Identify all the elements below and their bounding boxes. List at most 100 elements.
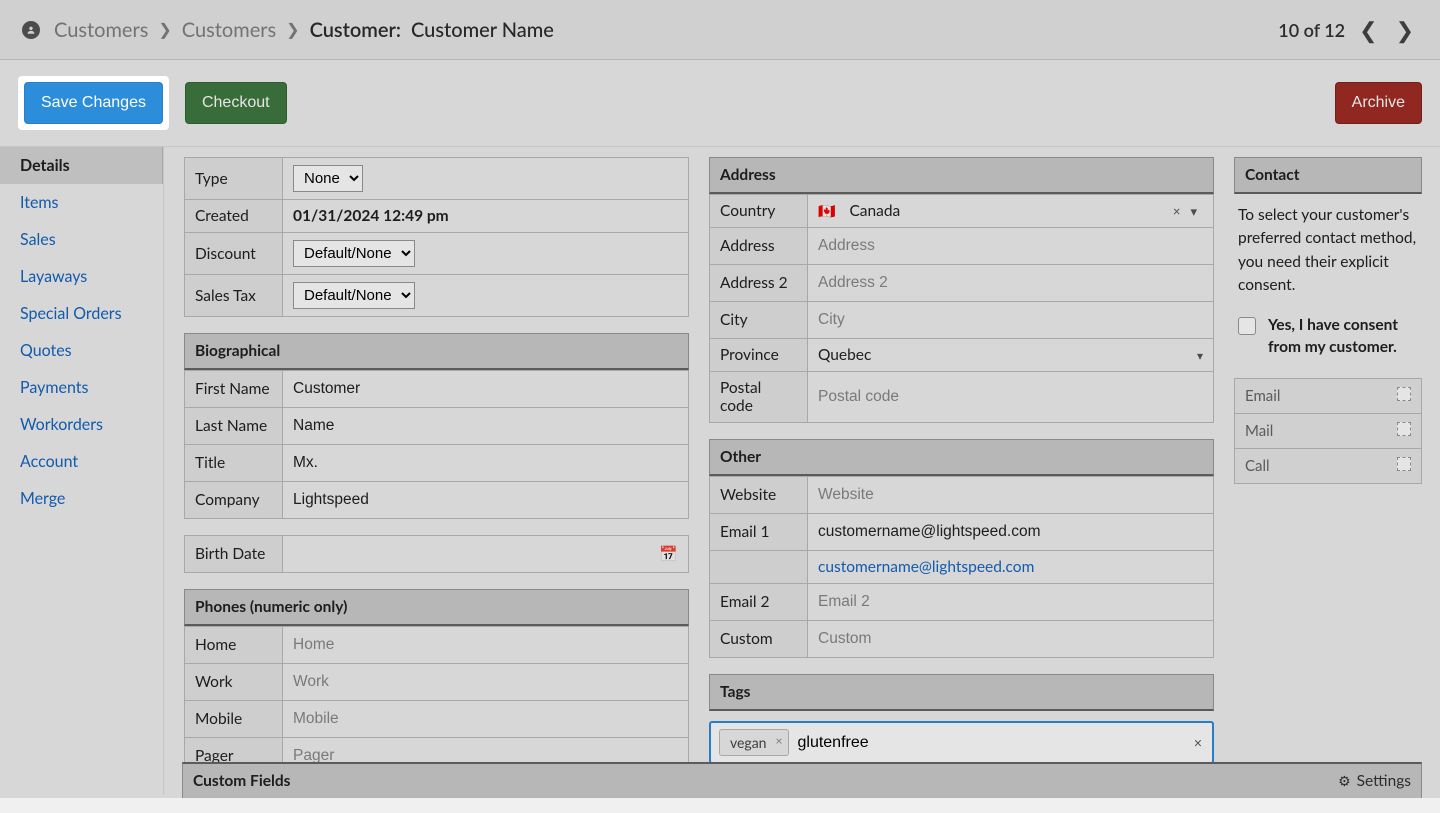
country-select[interactable]: 🇨🇦 Canada × ▾ (818, 202, 1203, 220)
tag-remove-icon[interactable]: × (776, 733, 783, 748)
bio-header: Biographical (184, 333, 689, 370)
user-icon (22, 21, 40, 39)
created-value: 01/31/2024 12:49 pm (293, 207, 449, 225)
calendar-icon[interactable]: 📅 (659, 545, 678, 563)
postal-input[interactable] (818, 386, 1203, 408)
birth-date-input[interactable] (293, 543, 659, 565)
tags-text-input[interactable] (797, 734, 1204, 752)
consent-checkbox[interactable] (1238, 317, 1256, 335)
tag-chip: vegan × (719, 729, 789, 756)
breadcrumb-root[interactable]: Customers (54, 18, 148, 42)
bio-table: First Name Last Name Title Company (184, 370, 689, 519)
type-label: Type (185, 158, 283, 200)
first-name-label: First Name (185, 371, 283, 408)
contact-opt-mail[interactable]: Mail (1235, 414, 1422, 449)
address2-label: Address 2 (710, 265, 808, 302)
tags-clear-icon[interactable]: × (1194, 734, 1202, 751)
first-name-input[interactable] (293, 378, 678, 400)
title-input[interactable] (293, 452, 678, 474)
sidenav-item-sales[interactable]: Sales (0, 221, 163, 258)
country-clear-icon[interactable]: × (1173, 203, 1181, 220)
email2-input[interactable] (818, 591, 1203, 613)
phone-home-input[interactable] (293, 634, 678, 656)
sidenav-item-items[interactable]: Items (0, 184, 163, 221)
checkbox-icon (1397, 457, 1411, 471)
tag-chip-label: vegan (730, 734, 766, 751)
sidenav-item-quotes[interactable]: Quotes (0, 332, 163, 369)
address2-input[interactable] (818, 272, 1203, 294)
sidenav-item-workorders[interactable]: Workorders (0, 406, 163, 443)
checkout-button[interactable]: Checkout (185, 82, 287, 124)
chevron-right-icon: ❯ (286, 20, 299, 39)
birthdate-table: Birth Date 📅 (184, 535, 689, 573)
salestax-select[interactable]: Default/None (293, 282, 415, 309)
sidenav-item-merge[interactable]: Merge (0, 480, 163, 517)
address-table: Country 🇨🇦 Canada × ▾ (709, 194, 1214, 423)
type-select[interactable]: None (293, 165, 363, 192)
country-value: Canada (849, 202, 900, 220)
custom-label: Custom (710, 621, 808, 658)
address-label: Address (710, 228, 808, 265)
tags-input-box[interactable]: vegan × × (709, 721, 1214, 764)
sidenav-item-details[interactable]: Details (0, 147, 163, 184)
created-label: Created (185, 200, 283, 233)
breadcrumb-section[interactable]: Customers (182, 18, 276, 42)
address-header: Address (709, 157, 1214, 194)
email1-link[interactable]: customername@lightspeed.com (818, 558, 1034, 576)
custom-fields-settings[interactable]: ⚙ Settings (1338, 772, 1411, 790)
custom-fields-settings-label: Settings (1357, 772, 1411, 790)
birth-date-label: Birth Date (185, 536, 283, 573)
province-label: Province (710, 339, 808, 372)
other-header: Other (709, 439, 1214, 476)
phone-home-label: Home (185, 627, 283, 664)
chevron-down-icon[interactable]: ▾ (1190, 203, 1197, 220)
flag-icon: 🇨🇦 (818, 202, 835, 220)
sidenav-item-special-orders[interactable]: Special Orders (0, 295, 163, 332)
actionbar: Save Changes Checkout Archive (0, 60, 1440, 147)
phones-header: Phones (numeric only) (184, 589, 689, 626)
discount-label: Discount (185, 233, 283, 275)
email1-input[interactable] (818, 521, 1203, 543)
address-input[interactable] (818, 235, 1203, 257)
chevron-right-icon: ❯ (158, 20, 171, 39)
sidenav-item-payments[interactable]: Payments (0, 369, 163, 406)
contact-opt-call[interactable]: Call (1235, 449, 1422, 484)
archive-button[interactable]: Archive (1335, 82, 1422, 124)
title-label: Title (185, 445, 283, 482)
salestax-label: Sales Tax (185, 275, 283, 317)
company-input[interactable] (293, 489, 678, 511)
postal-label: Postal code (710, 372, 808, 423)
website-input[interactable] (818, 484, 1203, 506)
pager-prev-icon[interactable]: ❮ (1355, 14, 1381, 46)
contact-opt-email[interactable]: Email (1235, 379, 1422, 414)
custom-fields-title: Custom Fields (193, 772, 291, 790)
checkbox-icon (1397, 387, 1411, 401)
province-select[interactable]: Quebec ▾ (818, 346, 1203, 364)
pager-next-icon[interactable]: ❯ (1392, 14, 1418, 46)
last-name-input[interactable] (293, 415, 678, 437)
company-label: Company (185, 482, 283, 519)
breadcrumb-page-label: Customer: (310, 18, 401, 42)
city-input[interactable] (818, 309, 1203, 331)
contact-options-table: Email Mail Call (1234, 378, 1422, 484)
contact-blurb: To select your customer's preferred cont… (1234, 202, 1422, 299)
email2-label: Email 2 (710, 584, 808, 621)
phone-mobile-input[interactable] (293, 708, 678, 730)
save-changes-button[interactable]: Save Changes (24, 82, 163, 124)
other-table: Website Email 1 customername@lightspeed.… (709, 476, 1214, 658)
sidenav-item-layaways[interactable]: Layaways (0, 258, 163, 295)
country-label: Country (710, 195, 808, 228)
email1-label: Email 1 (710, 514, 808, 551)
sidenav-item-account[interactable]: Account (0, 443, 163, 480)
sidenav: Details Items Sales Layaways Special Ord… (0, 147, 164, 795)
phone-work-input[interactable] (293, 671, 678, 693)
website-label: Website (710, 477, 808, 514)
custom-input[interactable] (818, 628, 1203, 650)
consent-label: Yes, I have consent from my customer. (1268, 315, 1418, 358)
gear-icon: ⚙ (1338, 772, 1351, 790)
contact-header: Contact (1234, 157, 1422, 194)
pager: 10 of 12 ❮ ❯ (1278, 14, 1418, 46)
last-name-label: Last Name (185, 408, 283, 445)
discount-select[interactable]: Default/None (293, 240, 415, 267)
province-value: Quebec (818, 346, 871, 364)
